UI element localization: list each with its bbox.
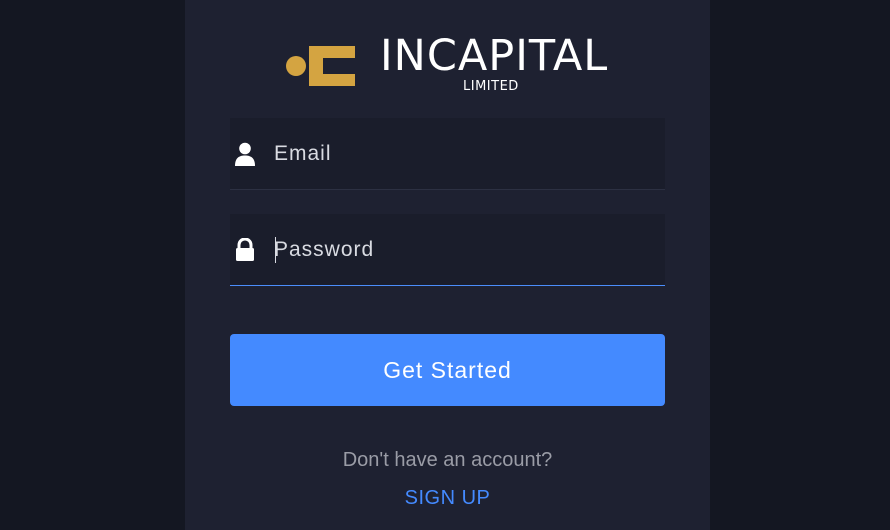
email-field-row [230, 118, 665, 190]
sign-up-link[interactable]: SIGN UP [185, 487, 710, 510]
text-cursor [275, 237, 276, 263]
get-started-button[interactable]: Get Started [230, 334, 665, 406]
login-page: INCAPITAL LIMITED Get Started Don't have… [0, 0, 890, 530]
email-input[interactable] [274, 136, 654, 172]
brand-logo: INCAPITAL LIMITED [285, 32, 625, 96]
lock-icon [236, 238, 254, 261]
account-prompt: Don't have an account? [342, 449, 553, 471]
password-input[interactable] [274, 232, 654, 268]
logo-mark-icon [286, 46, 355, 86]
password-field-row [230, 214, 665, 286]
brand-subtitle: LIMITED [463, 79, 519, 94]
brand-name: INCAPITAL [380, 31, 609, 81]
user-icon [235, 142, 255, 166]
login-panel: INCAPITAL LIMITED Get Started Don't have… [185, 0, 710, 530]
